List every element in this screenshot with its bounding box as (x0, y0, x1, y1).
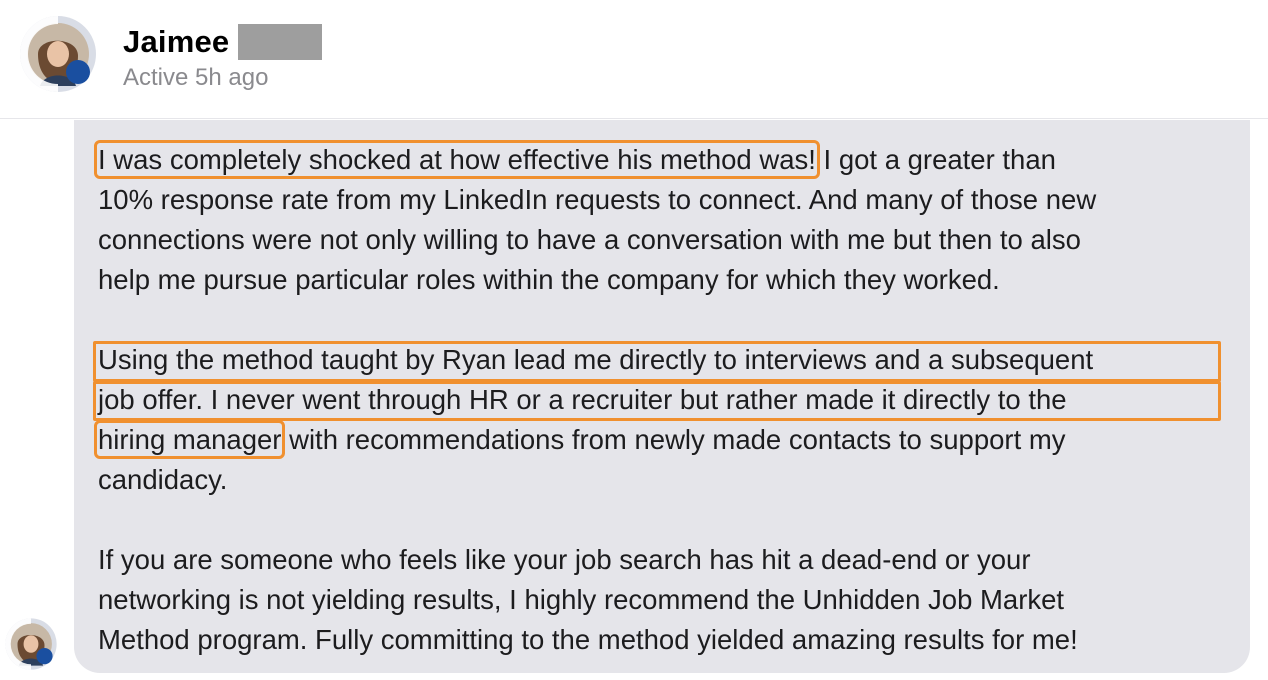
redacted-surname (238, 24, 323, 60)
contact-name-row: Jaimee (123, 22, 323, 62)
sender-avatar[interactable] (4, 617, 58, 671)
message-line: candidacy. (98, 464, 228, 495)
message-line: hiring manager with recommendations from… (93, 420, 1238, 460)
message-line: job offer. I never went through HR or a … (98, 384, 1067, 415)
message-line: Using the method taught by Ryan lead me … (98, 344, 1094, 375)
message-text-segment: I got a greater than (815, 144, 1056, 175)
contact-avatar[interactable] (18, 14, 98, 94)
highlighted-text: I was completely shocked at how effectiv… (94, 140, 820, 179)
message-text-segment: with recommendations from newly made con… (281, 424, 1066, 455)
contact-status: Active 5h ago (123, 64, 269, 91)
message-line: connections were not only willing to hav… (98, 224, 1081, 255)
message-text: I was completely shocked at how effectiv… (93, 140, 1238, 660)
message-line: networking is not yielding results, I hi… (98, 584, 1065, 615)
profile-photo-icon (4, 617, 58, 671)
message-line: Method program. Fully committing to the … (98, 624, 1078, 655)
message-line: I was completely shocked at how effectiv… (94, 140, 1238, 180)
profile-photo-icon (18, 14, 98, 94)
highlighted-text: hiring manager (93, 420, 286, 459)
contact-name[interactable]: Jaimee (123, 24, 229, 60)
message-line: If you are someone who feels like your j… (98, 544, 1031, 575)
message-line: help me pursue particular roles within t… (98, 264, 1000, 295)
message-line: 10% response rate from my LinkedIn reque… (98, 184, 1097, 215)
conversation-header: Jaimee Active 5h ago (0, 0, 1268, 119)
